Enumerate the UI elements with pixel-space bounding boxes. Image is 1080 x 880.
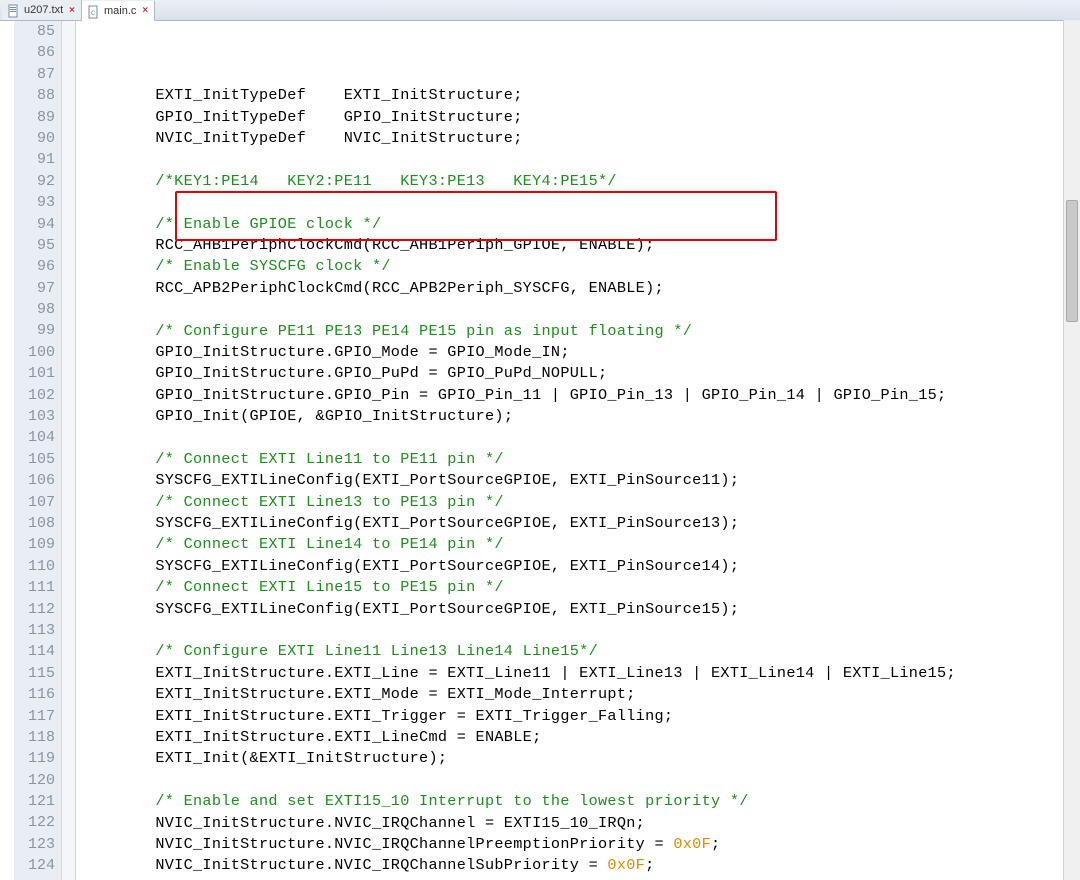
- line-number: 99: [14, 320, 61, 341]
- code-line[interactable]: /* Enable SYSCFG clock */: [80, 256, 1080, 277]
- bookmark-margin[interactable]: [0, 21, 14, 880]
- code-line[interactable]: GPIO_Init(GPIOE, &GPIO_InitStructure);: [80, 406, 1080, 427]
- line-number: 102: [14, 385, 61, 406]
- code-line[interactable]: [80, 620, 1080, 641]
- line-number: 105: [14, 449, 61, 470]
- tab-file-0[interactable]: u207.txt ×: [2, 0, 82, 20]
- file-icon: [8, 4, 20, 16]
- code-line[interactable]: EXTI_InitTypeDef EXTI_InitStructure;: [80, 85, 1080, 106]
- code-line[interactable]: /* Connect EXTI Line14 to PE14 pin */: [80, 534, 1080, 555]
- line-number: 103: [14, 406, 61, 427]
- line-number: 85: [14, 21, 61, 42]
- tab-label: u207.txt: [24, 4, 63, 16]
- code-line[interactable]: EXTI_InitStructure.EXTI_Line = EXTI_Line…: [80, 663, 1080, 684]
- code-line[interactable]: [80, 192, 1080, 213]
- line-number: 104: [14, 427, 61, 448]
- code-line[interactable]: [80, 149, 1080, 170]
- line-number: 101: [14, 363, 61, 384]
- code-line[interactable]: [80, 299, 1080, 320]
- line-number: 89: [14, 107, 61, 128]
- editor-area: 8586878889909192939495969798991001011021…: [0, 21, 1080, 880]
- scrollbar-thumb[interactable]: [1066, 200, 1078, 322]
- line-number: 86: [14, 42, 61, 63]
- code-line[interactable]: EXTI_InitStructure.EXTI_Trigger = EXTI_T…: [80, 706, 1080, 727]
- code-line[interactable]: /* Enable and set EXTI15_10 Interrupt to…: [80, 791, 1080, 812]
- line-number: 106: [14, 470, 61, 491]
- code-line[interactable]: SYSCFG_EXTILineConfig(EXTI_PortSourceGPI…: [80, 599, 1080, 620]
- tab-bar: u207.txt × c main.c ×: [0, 0, 1080, 21]
- code-line[interactable]: EXTI_InitStructure.EXTI_LineCmd = ENABLE…: [80, 727, 1080, 748]
- code-line[interactable]: GPIO_InitStructure.GPIO_Pin = GPIO_Pin_1…: [80, 385, 1080, 406]
- line-number: 110: [14, 556, 61, 577]
- line-number: 95: [14, 235, 61, 256]
- line-number-gutter[interactable]: 8586878889909192939495969798991001011021…: [14, 21, 62, 880]
- code-line[interactable]: EXTI_Init(&EXTI_InitStructure);: [80, 748, 1080, 769]
- code-line[interactable]: /* Connect EXTI Line13 to PE13 pin */: [80, 492, 1080, 513]
- code-line[interactable]: SYSCFG_EXTILineConfig(EXTI_PortSourceGPI…: [80, 556, 1080, 577]
- code-line[interactable]: /* Enable GPIOE clock */: [80, 214, 1080, 235]
- line-number: 124: [14, 855, 61, 876]
- fold-margin[interactable]: [62, 21, 76, 880]
- code-line[interactable]: RCC_APB2PeriphClockCmd(RCC_APB2Periph_SY…: [80, 278, 1080, 299]
- line-number: 117: [14, 706, 61, 727]
- code-line[interactable]: NVIC_InitTypeDef NVIC_InitStructure;: [80, 128, 1080, 149]
- line-number: 94: [14, 214, 61, 235]
- file-icon: c: [88, 5, 100, 17]
- line-number: 92: [14, 171, 61, 192]
- code-line[interactable]: GPIO_InitStructure.GPIO_Mode = GPIO_Mode…: [80, 342, 1080, 363]
- tab-label: main.c: [104, 5, 136, 17]
- line-number: 96: [14, 256, 61, 277]
- line-number: 90: [14, 128, 61, 149]
- line-number: 111: [14, 577, 61, 598]
- code-line[interactable]: EXTI_InitStructure.EXTI_Mode = EXTI_Mode…: [80, 684, 1080, 705]
- line-number: 122: [14, 812, 61, 833]
- code-line[interactable]: NVIC_InitStructure.NVIC_IRQChannel = EXT…: [80, 813, 1080, 834]
- line-number: 115: [14, 663, 61, 684]
- tab-file-1[interactable]: c main.c ×: [82, 1, 155, 21]
- code-line[interactable]: NVIC_InitStructure.NVIC_IRQChannelSubPri…: [80, 855, 1080, 876]
- code-line[interactable]: SYSCFG_EXTILineConfig(EXTI_PortSourceGPI…: [80, 470, 1080, 491]
- code-line[interactable]: /*KEY1:PE14 KEY2:PE11 KEY3:PE13 KEY4:PE1…: [80, 171, 1080, 192]
- line-number: 91: [14, 149, 61, 170]
- line-number: 109: [14, 534, 61, 555]
- close-icon[interactable]: ×: [69, 5, 75, 16]
- code-line[interactable]: /* Configure PE11 PE13 PE14 PE15 pin as …: [80, 321, 1080, 342]
- vertical-scrollbar[interactable]: [1063, 20, 1080, 880]
- code-line[interactable]: GPIO_InitTypeDef GPIO_InitStructure;: [80, 107, 1080, 128]
- line-number: 98: [14, 299, 61, 320]
- code-line[interactable]: /* Configure EXTI Line11 Line13 Line14 L…: [80, 641, 1080, 662]
- code-line[interactable]: [80, 770, 1080, 791]
- line-number: 123: [14, 834, 61, 855]
- line-number: 97: [14, 278, 61, 299]
- line-number: 114: [14, 641, 61, 662]
- code-line[interactable]: /* Connect EXTI Line15 to PE15 pin */: [80, 577, 1080, 598]
- line-number: 93: [14, 192, 61, 213]
- code-line[interactable]: [80, 427, 1080, 448]
- svg-text:c: c: [91, 8, 95, 17]
- code-line[interactable]: SYSCFG_EXTILineConfig(EXTI_PortSourceGPI…: [80, 513, 1080, 534]
- line-number: 119: [14, 748, 61, 769]
- code-editor[interactable]: EXTI_InitTypeDef EXTI_InitStructure; GPI…: [76, 21, 1080, 880]
- line-number: 88: [14, 85, 61, 106]
- line-number: 107: [14, 492, 61, 513]
- code-line[interactable]: RCC_AHB1PeriphClockCmd(RCC_AHB1Periph_GP…: [80, 235, 1080, 256]
- line-number: 120: [14, 770, 61, 791]
- code-line[interactable]: /* Connect EXTI Line11 to PE11 pin */: [80, 449, 1080, 470]
- line-number: 116: [14, 684, 61, 705]
- line-number: 113: [14, 620, 61, 641]
- line-number: 112: [14, 599, 61, 620]
- code-line[interactable]: NVIC_InitStructure.NVIC_IRQChannelPreemp…: [80, 834, 1080, 855]
- line-number: 100: [14, 342, 61, 363]
- code-line[interactable]: GPIO_InitStructure.GPIO_PuPd = GPIO_PuPd…: [80, 363, 1080, 384]
- close-icon[interactable]: ×: [142, 5, 148, 16]
- line-number: 121: [14, 791, 61, 812]
- line-number: 118: [14, 727, 61, 748]
- line-number: 108: [14, 513, 61, 534]
- line-number: 87: [14, 64, 61, 85]
